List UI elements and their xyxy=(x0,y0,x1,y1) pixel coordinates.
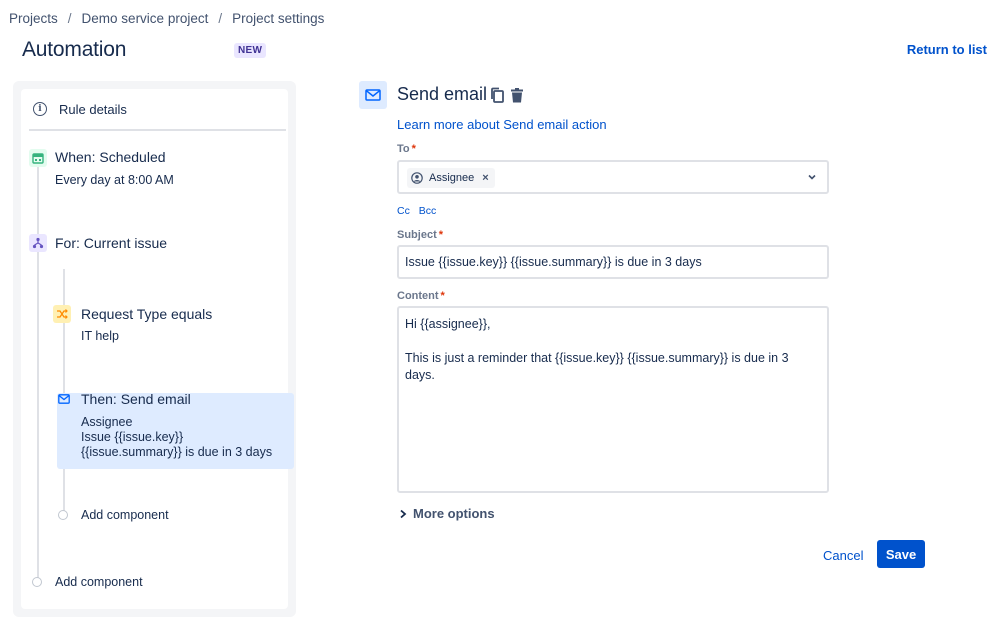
add-component-inner[interactable]: Add component xyxy=(81,508,169,522)
rule-details-item[interactable]: i Rule details xyxy=(21,89,288,129)
divider xyxy=(29,129,286,131)
remove-chip-icon[interactable]: × xyxy=(482,172,488,184)
branch-title[interactable]: For: Current issue xyxy=(55,235,167,251)
to-field[interactable]: Assignee × xyxy=(397,160,829,194)
subject-input[interactable]: Issue {{issue.key}} {{issue.summary}} is… xyxy=(397,245,829,279)
assignee-chip: Assignee × xyxy=(407,168,495,188)
branch-icon xyxy=(29,234,47,252)
cancel-button[interactable]: Cancel xyxy=(817,541,869,569)
condition-subtitle: IT help xyxy=(81,329,119,343)
add-component-dot xyxy=(32,577,42,587)
copy-icon[interactable] xyxy=(489,87,505,104)
bcc-link[interactable]: Bcc xyxy=(419,205,437,217)
add-component-dot xyxy=(58,510,68,520)
rule-panel: i Rule details When: Scheduled Every day… xyxy=(13,81,296,617)
content-textarea[interactable]: Hi {{assignee}}, This is just a reminder… xyxy=(397,306,829,493)
content-label: Content * xyxy=(397,290,445,302)
cc-bcc-links: Cc Bcc xyxy=(397,205,442,217)
breadcrumb-demo-service-project[interactable]: Demo service project xyxy=(82,11,209,26)
condition-title[interactable]: Request Type equals xyxy=(81,306,212,322)
learn-more-link[interactable]: Learn more about Send email action xyxy=(397,117,607,132)
action-line-summary: {{issue.summary}} is due in 3 days xyxy=(81,445,273,459)
chevron-down-icon[interactable] xyxy=(807,172,817,182)
more-options-label: More options xyxy=(413,506,495,521)
trigger-title[interactable]: When: Scheduled xyxy=(55,149,166,165)
trash-icon[interactable] xyxy=(509,87,525,104)
connector-line xyxy=(37,167,39,583)
rule-details-label: Rule details xyxy=(59,101,127,117)
info-icon: i xyxy=(33,102,47,116)
breadcrumb-separator: / xyxy=(67,11,72,26)
trigger-subtitle: Every day at 8:00 AM xyxy=(55,173,174,187)
rule-components-list: i Rule details When: Scheduled Every day… xyxy=(21,89,294,609)
add-component-outer[interactable]: Add component xyxy=(55,575,143,589)
assignee-chip-label: Assignee xyxy=(429,172,475,184)
breadcrumb: Projects / Demo service project / Projec… xyxy=(9,11,324,26)
new-badge: NEW xyxy=(234,43,267,58)
action-title[interactable]: Then: Send email xyxy=(81,391,191,407)
save-button[interactable]: Save xyxy=(877,540,925,568)
page-title: Automation xyxy=(22,38,127,61)
email-icon xyxy=(359,81,387,109)
more-options-toggle[interactable]: More options xyxy=(399,506,495,521)
email-icon xyxy=(55,390,73,408)
breadcrumb-projects[interactable]: Projects xyxy=(9,11,58,26)
calendar-icon xyxy=(29,149,47,167)
action-heading: Send email xyxy=(397,84,488,104)
breadcrumb-separator: / xyxy=(218,11,223,26)
cc-link[interactable]: Cc xyxy=(397,205,410,217)
action-line-assignee: Assignee xyxy=(81,415,133,429)
breadcrumb-project-settings[interactable]: Project settings xyxy=(232,11,324,26)
action-line-issue-key: Issue {{issue.key}} xyxy=(81,430,184,444)
to-label: To * xyxy=(397,143,416,155)
return-to-list-link[interactable]: Return to list xyxy=(907,42,987,57)
shuffle-icon xyxy=(53,305,71,323)
user-icon xyxy=(411,172,423,184)
subject-label: Subject * xyxy=(397,229,444,241)
chevron-right-icon xyxy=(400,509,407,518)
